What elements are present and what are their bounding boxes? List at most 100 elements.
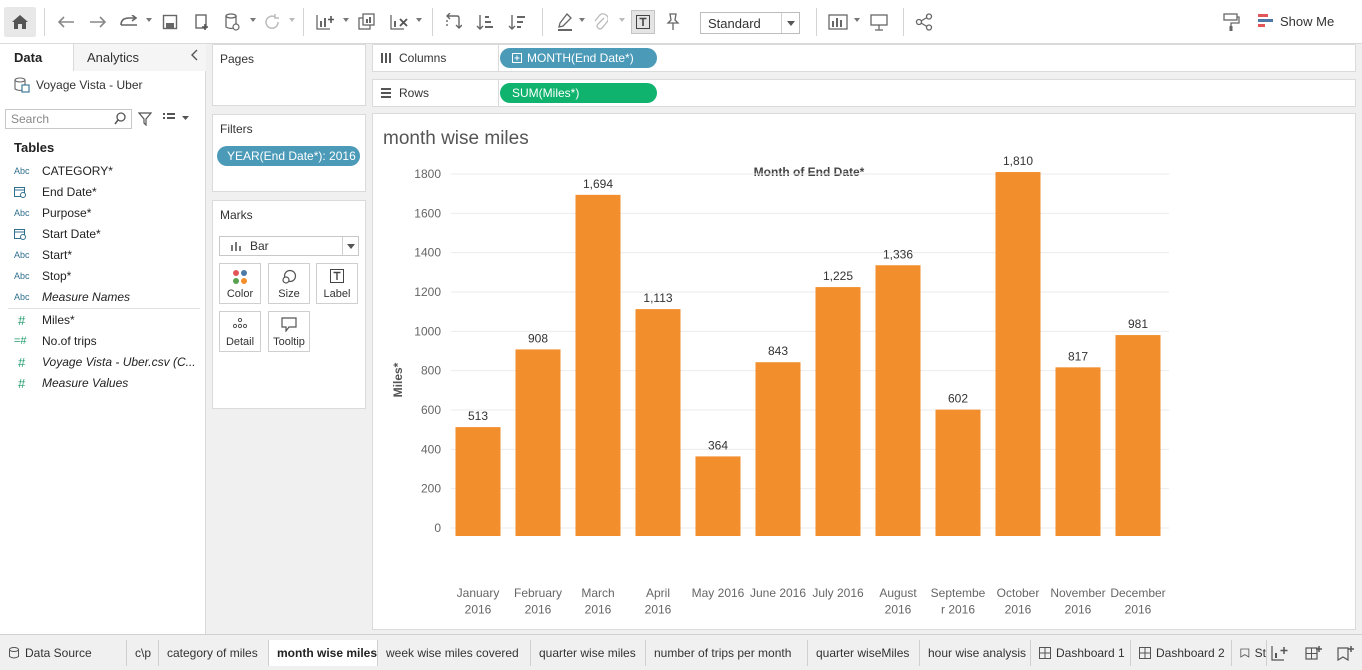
tab-story[interactable]: St (1232, 640, 1267, 666)
field-purpose[interactable]: Abc Purpose* (14, 203, 204, 223)
chevron-down-icon[interactable] (250, 18, 256, 22)
new-worksheet-button[interactable] (314, 11, 336, 33)
redo-button[interactable] (88, 11, 108, 33)
columns-pill-month[interactable]: MONTH(End Date*) (500, 48, 657, 68)
bar[interactable] (695, 456, 741, 536)
field-stop[interactable]: Abc Stop* (14, 266, 204, 286)
presentation-mode-button[interactable] (868, 11, 890, 33)
duplicate-sheet-button[interactable] (356, 11, 378, 33)
chevron-down-icon[interactable] (416, 18, 422, 22)
bar[interactable] (515, 349, 561, 536)
detail-button[interactable]: Detail (219, 311, 261, 352)
dashboard-icon (1039, 647, 1051, 659)
chevron-down-icon[interactable] (343, 18, 349, 22)
pages-card[interactable]: Pages (212, 44, 366, 106)
search-placeholder: Search (11, 112, 50, 126)
data-label: 1,113 (643, 291, 672, 305)
field-measure-values[interactable]: # Measure Values (14, 373, 204, 393)
x-tick-label: August 2016 (879, 586, 917, 617)
chevron-down-icon[interactable] (289, 18, 295, 22)
data-label: 1,336 (883, 247, 913, 261)
sheet-tab-active[interactable]: month wise miles (269, 640, 378, 666)
field-measure-names[interactable]: Abc Measure Names (14, 287, 204, 307)
sheet-tab[interactable]: week wise miles covered (378, 640, 531, 666)
sheet-tab[interactable]: hour wise analysis (920, 640, 1031, 666)
tab-data[interactable]: Data (0, 44, 74, 71)
tab-data-source[interactable]: Data Source (0, 640, 127, 666)
bar[interactable] (1115, 335, 1161, 536)
color-button[interactable]: Color (219, 263, 261, 304)
sheet-tab[interactable]: c\p (127, 640, 159, 666)
sort-descending-button[interactable] (507, 11, 527, 33)
new-worksheet-tab-button[interactable] (1271, 645, 1289, 664)
sheet-tab[interactable]: number of trips per month (646, 640, 808, 666)
new-dashboard-tab-button[interactable] (1305, 645, 1323, 664)
save-button[interactable] (160, 11, 180, 33)
field-start[interactable]: Abc Start* (14, 245, 204, 265)
sheet-tab[interactable]: category of miles (159, 640, 269, 666)
field-end-date[interactable]: End Date* (14, 182, 204, 202)
data-pane-tabs: Data Analytics (0, 44, 206, 71)
label-button[interactable]: Label (316, 263, 358, 304)
group-members-button[interactable] (592, 11, 610, 33)
filter-pill-year[interactable]: YEAR(End Date*): 2016 (217, 146, 360, 166)
undo-button[interactable] (56, 11, 76, 33)
tab-dashboard-1[interactable]: Dashboard 1 (1031, 640, 1131, 666)
search-input[interactable]: Search (5, 109, 132, 129)
rows-shelf[interactable]: Rows SUM(Miles*) (372, 79, 1356, 107)
fix-axes-button[interactable] (664, 11, 682, 33)
highlight-button[interactable] (555, 11, 575, 33)
swap-data-button[interactable] (118, 11, 140, 33)
bar[interactable] (575, 194, 621, 536)
datasource-item[interactable]: Voyage Vista - Uber (14, 77, 143, 93)
size-button[interactable]: Size (268, 263, 310, 304)
show-mark-labels-button[interactable] (631, 10, 655, 34)
tab-analytics[interactable]: Analytics (74, 44, 206, 71)
filter-icon[interactable] (137, 112, 153, 129)
tab-dashboard-2[interactable]: Dashboard 2 (1131, 640, 1232, 666)
home-button[interactable] (4, 7, 36, 37)
y-tick-label: 0 (434, 521, 441, 535)
refresh-button[interactable] (262, 11, 282, 33)
chevron-down-icon[interactable] (619, 18, 625, 22)
chevron-left-icon[interactable] (190, 48, 198, 64)
sort-ascending-button[interactable] (475, 11, 495, 33)
clear-sheet-button[interactable] (388, 11, 410, 33)
new-story-tab-button[interactable] (1337, 645, 1355, 664)
swap-rows-columns-button[interactable] (443, 11, 463, 33)
duplicate-icon (358, 13, 375, 30)
chevron-down-icon[interactable] (579, 18, 585, 22)
search-icon (114, 112, 126, 125)
field-miles[interactable]: # Miles* (14, 310, 204, 330)
bar[interactable] (995, 172, 1041, 536)
bar[interactable] (635, 309, 681, 536)
bar[interactable] (1055, 367, 1101, 536)
new-datasource-button[interactable] (192, 11, 212, 33)
field-record-count[interactable]: # Voyage Vista - Uber.csv (C... (14, 352, 204, 372)
chevron-down-icon[interactable] (854, 18, 860, 22)
list-view-icon[interactable] (163, 112, 189, 127)
bar[interactable] (455, 427, 501, 536)
mark-type-select[interactable]: Bar (219, 236, 359, 256)
fit-mode-select[interactable]: Standard (700, 12, 800, 34)
field-start-date[interactable]: Start Date* (14, 224, 204, 244)
bar[interactable] (875, 265, 921, 536)
bar[interactable] (815, 287, 861, 536)
field-category[interactable]: Abc CATEGORY* (14, 161, 204, 181)
field-label: Measure Names (42, 290, 131, 304)
show-hide-cards-button[interactable] (827, 11, 849, 33)
sheet-tab[interactable]: quarter wiseMiles (808, 640, 920, 666)
format-button[interactable] (1220, 11, 1242, 33)
show-me-button[interactable]: Show Me (1258, 13, 1334, 29)
filters-card[interactable]: Filters YEAR(End Date*): 2016 (212, 114, 366, 192)
bar[interactable] (755, 362, 801, 536)
sheet-tab[interactable]: quarter wise miles (531, 640, 646, 666)
bar[interactable] (935, 409, 981, 536)
tooltip-button[interactable]: Tooltip (268, 311, 310, 352)
pause-updates-button[interactable] (222, 11, 242, 33)
share-button[interactable] (914, 11, 934, 33)
chevron-down-icon[interactable] (146, 18, 152, 22)
field-no-of-trips[interactable]: =# No.of trips (14, 331, 204, 351)
columns-shelf[interactable]: Columns MONTH(End Date*) (372, 44, 1356, 72)
rows-pill-miles[interactable]: SUM(Miles*) (500, 83, 657, 103)
